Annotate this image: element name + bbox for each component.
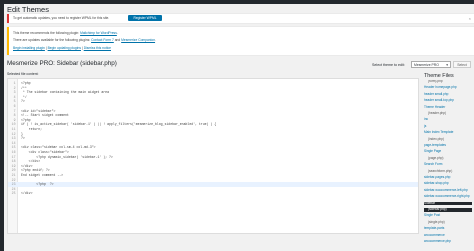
- theme-file-item[interactable]: woocommerce.php: [424, 239, 472, 244]
- theme-file-item: (index.php): [428, 136, 444, 141]
- theme-select[interactable]: Mesmerize PRO ▾: [411, 61, 451, 68]
- theme-file-item[interactable]: Single Page: [424, 150, 472, 154]
- theme-file-item[interactable]: Main Index Template: [424, 131, 472, 135]
- file-heading: Mesmerize PRO: Sidebar (sidebar.php): [7, 60, 117, 67]
- theme-file-item: (form).php: [428, 80, 443, 83]
- mesmerize-companion-link[interactable]: Mesmerize Companion: [121, 38, 155, 42]
- chevron-down-icon: ▾: [446, 63, 448, 67]
- line-text: </div>: [21, 191, 33, 196]
- theme-file-item: (page.php): [428, 155, 444, 160]
- theme-file-item[interactable]: page-templates: [424, 143, 472, 148]
- select-theme-label: Select theme to edit:: [372, 63, 405, 67]
- theme-file-item[interactable]: template-parts: [424, 227, 472, 231]
- theme-file-item[interactable]: sidebar-woocommerce-left.php: [424, 188, 472, 193]
- theme-file-item[interactable]: Search Form: [424, 163, 472, 167]
- line-number: 25: [11, 191, 16, 196]
- selected-file-label: Selected file content:: [7, 72, 39, 76]
- begin-updating-link[interactable]: Begin updating plugins: [48, 46, 81, 50]
- theme-file-item[interactable]: Single Post: [424, 214, 472, 218]
- recommend-line: This theme recommends the following plug…: [13, 31, 118, 35]
- theme-file-item[interactable]: js: [424, 124, 472, 129]
- page-title: Edit Themes: [7, 5, 49, 14]
- mailchimp-link[interactable]: Mailchimp for WordPress: [80, 31, 117, 35]
- wpml-notice: To get automatic updates, you need to re…: [7, 14, 474, 23]
- theme-file-item: (sidebar.php): [424, 207, 472, 212]
- actions-line: Begin installing plugin | Begin updating…: [13, 46, 111, 50]
- register-wpml-button[interactable]: Register WPML: [128, 15, 162, 21]
- dismiss-notice-link[interactable]: Dismiss this notice: [84, 46, 111, 50]
- theme-file-item[interactable]: Sidebar: [424, 201, 472, 206]
- dismiss-icon[interactable]: ×: [469, 16, 471, 21]
- code-line: 25 </div>: [8, 191, 418, 196]
- updates-line: There are updates available for the foll…: [13, 38, 156, 42]
- theme-file-list: (form).php Header homepage.php header smal…: [424, 80, 472, 251]
- select-button[interactable]: Select: [453, 61, 471, 68]
- theme-file-item: (single.php): [428, 219, 445, 224]
- theme-file-item[interactable]: sidebar-woocommerce-right.php: [424, 195, 472, 199]
- theme-files-title: Theme Files: [424, 73, 454, 79]
- theme-file-item[interactable]: Header homepage.php: [424, 86, 472, 90]
- plugins-notice: This theme recommends the following plug…: [7, 27, 474, 55]
- theme-file-item[interactable]: header small.php: [424, 92, 472, 97]
- begin-installing-link[interactable]: Begin installing plugin: [13, 46, 45, 50]
- theme-file-item: (header.php): [428, 111, 447, 115]
- theme-file-item[interactable]: header small-top.php: [424, 99, 472, 103]
- theme-file-item[interactable]: woocommerce: [424, 233, 472, 238]
- theme-select-value: Mesmerize PRO: [414, 63, 439, 67]
- theme-file-item[interactable]: sidebar-shop.php: [424, 182, 472, 186]
- admin-bar: [0, 0, 474, 4]
- admin-menu: [0, 4, 4, 251]
- contact-form-link[interactable]: Contact Form 7: [91, 38, 114, 42]
- theme-file-item: (searchform.php): [428, 168, 453, 173]
- code-editor[interactable]: 1 <?php 2/** 3 * The sidebar containing the…: [7, 78, 419, 234]
- theme-file-item[interactable]: inc: [424, 118, 472, 122]
- theme-file-item[interactable]: Theme Header: [424, 105, 472, 110]
- theme-file-item[interactable]: sidebar-pages.php: [424, 175, 472, 180]
- wpml-notice-text: To get automatic updates, you need to re…: [13, 16, 110, 20]
